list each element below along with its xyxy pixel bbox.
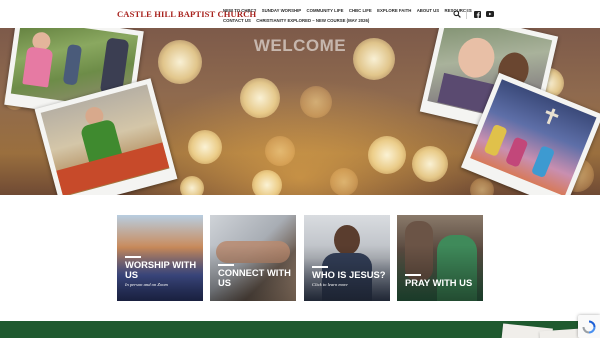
card-title: WHO IS JESUS? <box>312 269 386 280</box>
youtube-icon[interactable] <box>486 10 494 18</box>
bokeh-light <box>300 86 332 118</box>
nav-row-2: CONTACT US CHRISTIANITY EXPLORED – NEW C… <box>223 16 448 26</box>
nav-item-chbc-life[interactable]: CHBC LIFE <box>349 6 372 16</box>
nav-item-community-life[interactable]: COMMUNITY LIFE <box>307 6 344 16</box>
paper-decoration <box>539 328 581 338</box>
card-accent-bar <box>125 256 141 258</box>
card-connect-with-us[interactable]: CONNECT WITH US <box>210 215 296 301</box>
card-pray-with-us[interactable]: PRAY WITH US <box>397 215 483 301</box>
nav-item-about-us[interactable]: ABOUT US <box>417 6 439 16</box>
search-icon[interactable] <box>453 10 461 18</box>
card-overlay <box>304 215 390 301</box>
feature-cards: WORSHIP WITH US In person and on Zoom CO… <box>117 215 483 301</box>
header-divider <box>466 9 467 19</box>
card-accent-bar <box>312 266 328 268</box>
card-overlay <box>210 215 296 301</box>
site-header: CASTLE HILL BAPTIST CHURCH NEW TO CHBC? … <box>0 0 600 28</box>
bokeh-light <box>240 78 280 118</box>
card-worship-with-us[interactable]: WORSHIP WITH US In person and on Zoom <box>117 215 203 301</box>
person-figure <box>504 136 529 168</box>
nav-item-sunday-worship[interactable]: SUNDAY WORSHIP <box>262 6 301 16</box>
card-title: CONNECT WITH US <box>218 267 291 288</box>
recaptcha-icon <box>582 320 596 333</box>
nav-item-new-to-chbc[interactable]: NEW TO CHBC? <box>223 6 256 16</box>
nav-item-explore-faith[interactable]: EXPLORE FAITH <box>377 6 411 16</box>
nav-item-christianity-explored[interactable]: CHRISTIANITY EXPLORED – NEW COURSE (MAY … <box>256 16 369 26</box>
card-title: WORSHIP WITH US <box>125 259 197 280</box>
bokeh-light <box>180 176 204 195</box>
person-figure <box>22 46 54 88</box>
card-accent-bar <box>218 264 234 266</box>
bokeh-light <box>252 170 282 195</box>
main-nav: NEW TO CHBC? SUNDAY WORSHIP COMMUNITY LI… <box>223 6 472 26</box>
bokeh-light <box>265 136 295 166</box>
card-subtitle: Click to learn more <box>312 282 348 287</box>
card-who-is-jesus[interactable]: WHO IS JESUS? Click to learn more <box>304 215 390 301</box>
photo-image <box>470 79 597 195</box>
nav-row-1: NEW TO CHBC? SUNDAY WORSHIP COMMUNITY LI… <box>223 6 472 16</box>
bokeh-light <box>188 130 222 164</box>
facebook-icon[interactable] <box>473 10 481 18</box>
header-tools <box>453 9 499 19</box>
bokeh-light <box>368 136 406 174</box>
recaptcha-badge[interactable] <box>578 315 600 338</box>
nav-item-contact-us[interactable]: CONTACT US <box>223 16 251 26</box>
card-subtitle: In person and on Zoom <box>125 282 168 287</box>
person-figure <box>483 123 508 157</box>
hero-banner: WELCOME <box>0 28 600 195</box>
bokeh-light <box>412 146 448 182</box>
card-overlay <box>397 215 483 301</box>
bokeh-light <box>470 178 494 195</box>
card-accent-bar <box>405 274 421 276</box>
person-figure <box>530 145 556 179</box>
card-overlay <box>117 215 203 301</box>
person-figure <box>454 34 499 82</box>
card-title: PRAY WITH US <box>405 277 473 288</box>
bokeh-light <box>330 168 358 195</box>
person-figure <box>62 43 83 86</box>
